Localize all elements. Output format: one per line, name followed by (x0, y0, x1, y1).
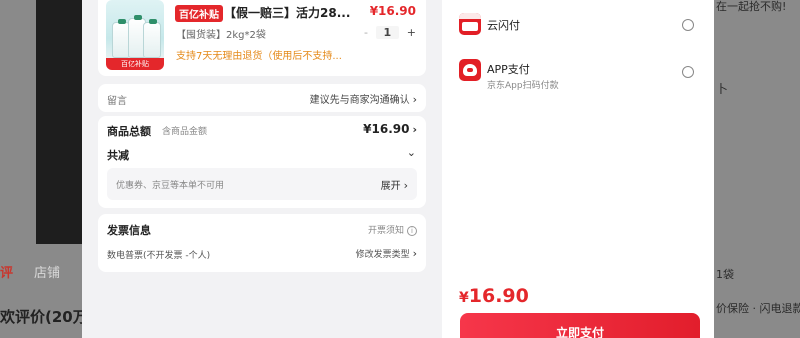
payment-panel: 云闪付 APP支付 京东App扫码付款 ¥16.90 立即支付 (442, 0, 714, 338)
quantity-stepper[interactable]: - 1 + (364, 23, 416, 41)
subsidy-badge: 百亿补贴 (175, 5, 223, 22)
total-price[interactable]: ¥16.90 › (363, 122, 417, 136)
total-price-value: ¥16.90 (363, 122, 410, 136)
background-tab-shop: 店铺 (34, 266, 61, 281)
bottle-shape (143, 19, 161, 58)
memo-row[interactable]: 留言 建议先与商家沟通确认 › (98, 84, 426, 112)
total-sub-label: 含商品金额 (162, 127, 208, 137)
expand-label: 展开 (380, 181, 401, 192)
payment-option-unionpay[interactable]: 云闪付 (459, 13, 699, 43)
pay-now-button[interactable]: 立即支付 (460, 313, 700, 338)
info-icon: i (407, 226, 417, 236)
final-price: ¥16.90 (459, 285, 529, 307)
modify-invoice-button[interactable]: 修改发票类型 › (356, 247, 417, 260)
invoice-card: 发票信息 开票须知 i 数电普票(不开发票 -个人) 修改发票类型 › (98, 214, 426, 272)
background-right-text-3: 1袋 (716, 268, 734, 281)
coupon-text: 优惠券、京豆等本单不可用 (116, 181, 225, 191)
coupon-box[interactable]: 优惠券、京豆等本单不可用 展开 › (107, 168, 417, 200)
invoice-type: 数电普票(不开发票 -个人) (107, 251, 211, 261)
total-label: 商品总额 (107, 125, 151, 138)
product-thumbnail[interactable]: 百亿补贴 (106, 0, 164, 70)
payment-option-name: APP支付 (487, 63, 530, 76)
radio-icon[interactable] (682, 66, 694, 78)
memo-hint: 建议先与商家沟通确认 (309, 95, 410, 106)
thumbnail-tag: 百亿补贴 (106, 58, 164, 70)
background-right-text-2: 卜 (716, 82, 729, 96)
radio-icon[interactable] (682, 19, 694, 31)
currency-symbol: ¥ (459, 290, 469, 306)
chevron-right-icon: › (403, 179, 408, 192)
invoice-notice[interactable]: 开票须知 i (368, 223, 417, 236)
jd-app-logo (459, 59, 481, 81)
background-tab-review: 评 (0, 266, 14, 281)
product-card[interactable]: 百亿补贴 百亿补贴 【假一赔三】活力28... ¥16.90 【囤货装】2kg*… (98, 0, 426, 76)
expand-button[interactable]: 展开 › (381, 177, 408, 192)
payment-option-app[interactable]: APP支付 京东App扫码付款 (459, 59, 699, 91)
total-card: 商品总额 含商品金额 ¥16.90 › 共减 ⌄ 优惠券、京豆等本单不可用 展开 › (98, 116, 426, 208)
chevron-right-icon: › (412, 93, 417, 106)
final-amount: 16.90 (468, 285, 529, 307)
chevron-down-icon[interactable]: ⌄ (407, 146, 416, 159)
product-title[interactable]: 【假一赔三】活力28... (224, 4, 350, 21)
payment-option-name: 云闪付 (487, 19, 520, 32)
product-spec: 【囤货装】2kg*2袋 (176, 30, 266, 41)
order-panel: 百亿补贴 百亿补贴 【假一赔三】活力28... ¥16.90 【囤货装】2kg*… (82, 0, 442, 338)
discount-label: 共减 (107, 149, 129, 162)
chevron-right-icon: › (412, 123, 417, 136)
background-right-text-1: 在一起抢不购! (716, 0, 787, 13)
quantity-value[interactable]: 1 (375, 25, 400, 39)
background-right-text-4: 价保险 · 闪电退款 (716, 302, 800, 315)
memo-value[interactable]: 建议先与商家沟通确认 › (310, 91, 417, 106)
return-policy: 支持7天无理由退货（使用后不支持... (176, 51, 342, 62)
product-price: ¥16.90 (369, 4, 416, 18)
decrease-button[interactable]: - (364, 26, 368, 39)
increase-button[interactable]: + (407, 26, 416, 39)
chevron-right-icon: › (412, 247, 417, 260)
payment-option-sub: 京东App扫码付款 (487, 81, 559, 91)
invoice-notice-label: 开票须知 (367, 226, 404, 236)
unionpay-logo (459, 13, 481, 35)
memo-label: 留言 (107, 96, 127, 107)
invoice-title: 发票信息 (107, 224, 151, 237)
modify-invoice-label: 修改发票类型 (355, 250, 410, 260)
